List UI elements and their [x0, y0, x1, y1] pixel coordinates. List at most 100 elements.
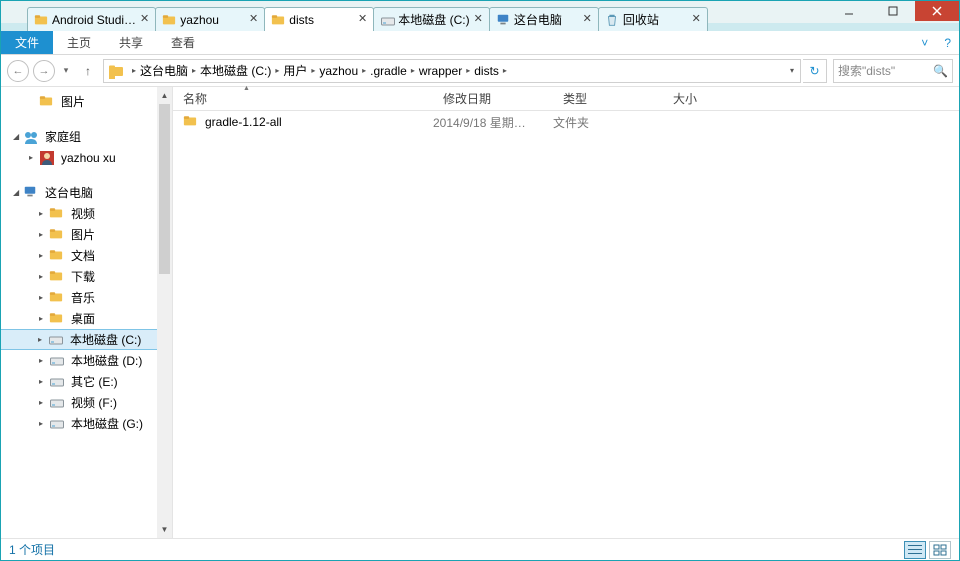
sort-indicator-icon: ▲	[243, 85, 250, 92]
sidebar-item[interactable]: 图片	[1, 91, 172, 112]
caret-icon: ◢	[13, 188, 23, 197]
crumb-segment[interactable]: yazhou	[319, 64, 358, 78]
sidebar-item[interactable]: ▸文档	[1, 245, 172, 266]
drive-icon	[49, 374, 65, 390]
col-label: 大小	[673, 92, 697, 106]
crumb-segment[interactable]: 本地磁盘 (C:)	[200, 62, 271, 79]
ribbon-menu-label: 查看	[171, 34, 195, 51]
caret-icon: ▸	[39, 419, 49, 428]
col-label: 类型	[563, 92, 587, 106]
folder-icon	[39, 94, 55, 110]
chevron-right-icon: ▸	[192, 66, 196, 75]
sidebar-item[interactable]: ▸视频	[1, 203, 172, 224]
crumb-segment[interactable]: .gradle	[370, 64, 407, 78]
caret-icon: ▸	[39, 314, 49, 323]
view-details-button[interactable]	[904, 541, 926, 559]
sidebar-group-homegroup[interactable]: ◢家庭组	[1, 126, 172, 147]
sidebar-group-pc[interactable]: ◢ 这台电脑	[1, 182, 172, 203]
tab-strip: Android Studi…✕yazhou✕dists✕本地磁盘 (C:)✕这台…	[1, 1, 827, 31]
sidebar-item[interactable]: ▸视频 (F:)	[1, 392, 172, 413]
tab-label: yazhou	[180, 13, 245, 27]
col-date[interactable]: 修改日期	[433, 90, 553, 107]
caret-icon: ▸	[39, 272, 49, 281]
forward-button[interactable]: →	[33, 60, 55, 82]
sidebar-scrollbar[interactable]: ▲ ▼	[157, 87, 172, 538]
scroll-thumb[interactable]	[159, 104, 170, 274]
folder-icon	[271, 13, 285, 27]
tab-label: 本地磁盘 (C:)	[398, 11, 469, 28]
ribbon-menu[interactable]: 查看	[157, 31, 209, 54]
content-pane: ▲ 名称 修改日期 类型 大小 gradle-1.12-all2014/9/18…	[173, 87, 959, 538]
sidebar-item[interactable]: ▸其它 (E:)	[1, 371, 172, 392]
tab-close-icon[interactable]: ✕	[140, 14, 149, 25]
tab-close-icon[interactable]: ✕	[249, 14, 258, 25]
tab-close-icon[interactable]: ✕	[692, 14, 701, 25]
window-tab[interactable]: 这台电脑✕	[489, 7, 599, 31]
chevron-right-icon: ▸	[362, 66, 366, 75]
sidebar-item[interactable]: ▸音乐	[1, 287, 172, 308]
sidebar-item[interactable]: ▸yazhou xu	[1, 147, 172, 168]
window-tab[interactable]: 本地磁盘 (C:) ✕	[373, 7, 490, 31]
caret-icon: ▸	[39, 209, 49, 218]
up-button[interactable]: ↑	[77, 60, 99, 82]
minimize-button[interactable]	[827, 1, 871, 21]
sidebar-item[interactable]: ▸下载	[1, 266, 172, 287]
titlebar: Android Studi…✕yazhou✕dists✕本地磁盘 (C:)✕这台…	[1, 1, 959, 31]
crumb-segment[interactable]: wrapper	[419, 64, 462, 78]
folder-media-icon	[49, 206, 65, 222]
address-dropdown-icon[interactable]: ▾	[784, 66, 800, 75]
sidebar-item[interactable]: ▸本地磁盘 (D:)	[1, 350, 172, 371]
sidebar-item-label: 这台电脑	[45, 184, 93, 201]
pc-icon	[23, 185, 39, 201]
address-bar[interactable]: ▸这台电脑▸本地磁盘 (C:)▸用户▸yazhou▸.gradle▸wrappe…	[103, 59, 801, 83]
col-name[interactable]: 名称	[173, 90, 433, 107]
sidebar-item-label: 视频 (F:)	[71, 394, 117, 411]
sidebar-item-label: 桌面	[71, 310, 95, 327]
expand-ribbon-icon[interactable]: ˅	[913, 31, 936, 54]
sidebar-item[interactable]: ▸本地磁盘 (G:)	[1, 413, 172, 434]
col-type[interactable]: 类型	[553, 90, 663, 107]
file-row[interactable]: gradle-1.12-all2014/9/18 星期…文件夹	[173, 111, 959, 133]
window-tab[interactable]: dists✕	[264, 7, 374, 31]
file-name: gradle-1.12-all	[205, 115, 282, 129]
folder-icon	[162, 13, 176, 27]
chevron-right-icon: ▸	[275, 66, 279, 75]
sidebar-item[interactable]: ▸图片	[1, 224, 172, 245]
user-icon	[39, 150, 55, 166]
col-size[interactable]: 大小	[663, 90, 763, 107]
back-button[interactable]: ←	[7, 60, 29, 82]
drive-icon	[380, 13, 394, 27]
ribbon-menu[interactable]: 主页	[53, 31, 105, 54]
drive-icon	[49, 416, 65, 432]
window-tab[interactable]: 回收站✕	[598, 7, 708, 31]
tab-close-icon[interactable]: ✕	[583, 14, 592, 25]
drive-icon	[49, 395, 65, 411]
ribbon-menu[interactable]: 共享	[105, 31, 157, 54]
recycle-icon	[605, 13, 619, 27]
folder-icon	[183, 114, 199, 130]
tab-close-icon[interactable]: ✕	[474, 14, 483, 25]
maximize-button[interactable]	[871, 1, 915, 21]
close-button[interactable]	[915, 1, 959, 21]
sidebar-item[interactable]: ▸ 桌面	[1, 308, 172, 329]
history-dropdown[interactable]: ▾	[59, 60, 73, 82]
window-tab[interactable]: yazhou ✕	[155, 7, 265, 31]
crumb-segment[interactable]: 这台电脑	[140, 62, 188, 79]
ribbon-file-tab[interactable]: 文件	[1, 31, 53, 54]
sidebar: 图片◢家庭组▸yazhou xu◢这台电脑▸视频▸图片▸文档▸下载▸音乐▸桌面▸…	[1, 87, 173, 538]
folder-desktop-icon	[49, 311, 65, 327]
search-input[interactable]: 搜索"dists" 🔍	[833, 59, 953, 83]
crumb-segment[interactable]: dists	[474, 64, 499, 78]
window-tab[interactable]: Android Studi…✕	[27, 7, 156, 31]
tab-close-icon[interactable]: ✕	[358, 14, 367, 25]
status-text: 1 个项目	[9, 541, 55, 558]
crumb-segment[interactable]: 用户	[283, 62, 307, 79]
view-icons-button[interactable]	[929, 541, 951, 559]
scroll-up-icon[interactable]: ▲	[157, 87, 172, 104]
sidebar-item[interactable]: ▸本地磁盘 (C:)	[1, 329, 172, 350]
help-icon[interactable]: ?	[936, 31, 959, 54]
caret-icon: ▸	[39, 293, 49, 302]
scroll-down-icon[interactable]: ▼	[157, 521, 172, 538]
sidebar-item-label: 其它 (E:)	[71, 373, 118, 390]
refresh-button[interactable]: ↻	[803, 59, 827, 83]
